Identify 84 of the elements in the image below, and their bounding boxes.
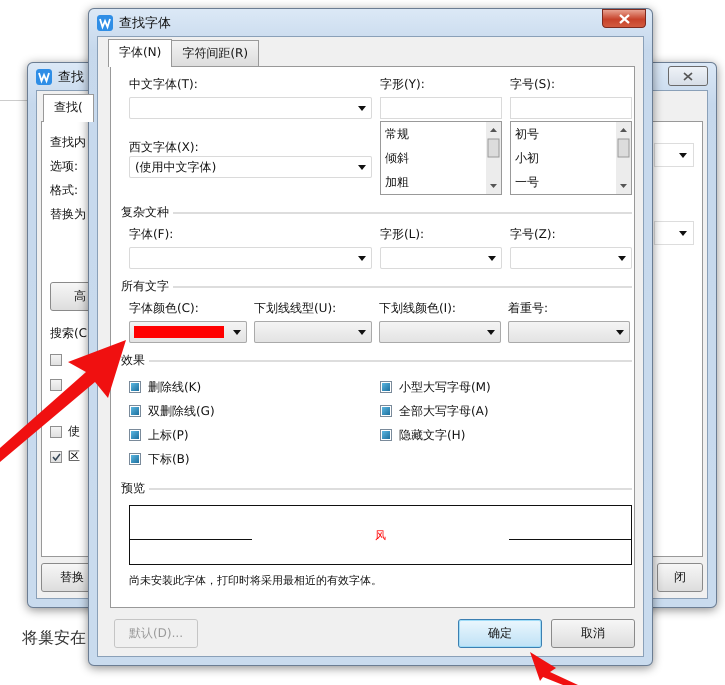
dialog-button[interactable]: 确定 [458,619,542,648]
section-heading: 预览 [121,480,145,497]
close-icon [683,72,693,80]
checkbox[interactable] [380,405,392,417]
tab[interactable]: 查找( [43,94,94,122]
window-title: 查找字体 [119,14,171,32]
checkbox-label: 小型大写字母(M) [399,378,491,396]
dropdown[interactable] [129,321,247,343]
dropdown[interactable]: (使用中文字体) [129,156,372,178]
section-heading: 所有文字 [121,278,169,295]
field-label: 字形(L): [380,227,426,243]
caret-icon [488,256,496,260]
field-label: 着重号: [508,301,550,317]
checkbox[interactable] [129,405,141,417]
dropdown-value: (使用中文字体) [134,158,218,176]
checkbox-label: 全部大写字母(A) [399,402,489,420]
checkbox-label: 上标(P) [148,426,189,444]
list-item[interactable]: 常规 [385,124,482,148]
caret-icon [233,330,241,334]
checkbox[interactable] [380,381,392,393]
field-label: 字号(S): [510,77,556,93]
close-icon [618,14,630,24]
paragraph-text: 将巢安在 [22,628,86,649]
caret-icon [358,256,366,260]
annotation-arrow [530,652,578,685]
checkbox-label: 双删除线(G) [148,402,215,420]
field-label: 字号(Z): [510,227,557,243]
checkbox[interactable] [129,381,141,393]
preview-sample: 风 [374,528,387,542]
section-heading: 复杂文种 [121,204,169,221]
close-button[interactable] [602,9,646,28]
note-text: 尚未安装此字体，打印时将采用最相近的有效字体。 [129,573,383,588]
dialog-button[interactable]: 取消 [551,619,635,648]
list-item[interactable]: 初号 [515,124,612,148]
checkbox-label: 隐藏文字(H) [399,426,466,444]
caret-icon [358,330,366,334]
section-heading: 效果 [121,352,145,369]
checkbox-label: 删除线(K) [148,378,202,396]
field-label: 选项: [50,158,80,175]
list-item[interactable]: 倾斜 [385,148,482,172]
dropdown[interactable] [379,321,501,343]
app-icon [97,14,113,30]
checkbox-label: 下标(B) [148,450,190,468]
field-label: 下划线线型(U): [254,301,338,317]
field-label: 字形(Y): [380,77,426,93]
tab[interactable]: 字体(N) [108,39,172,67]
caret-icon [679,152,687,158]
caret-icon [679,230,687,236]
field-label: 字体(F): [129,227,174,243]
checkbox[interactable] [50,426,62,438]
checkbox-label: 使 [68,423,80,440]
checkbox-label: 区 [68,448,80,465]
check-icon [52,452,60,460]
caret-icon [487,330,495,334]
caret-icon [616,330,624,334]
field-label: 替换为 [50,206,87,223]
field-label: 搜索(C [50,325,88,342]
caret-icon [358,164,366,170]
close-button[interactable] [668,66,708,86]
checkbox[interactable] [129,453,141,465]
field-label: 下划线颜色(I): [379,301,457,317]
list-item[interactable]: 加粗 [385,172,482,196]
window-title: 查找 [58,68,84,86]
checkbox[interactable] [50,378,62,390]
input-field[interactable] [510,97,632,119]
checkbox[interactable] [380,429,392,441]
field-label: 中文字体(T): [129,77,199,93]
tab[interactable]: 字符间距(R) [171,40,260,66]
dropdown[interactable] [254,321,372,343]
checkbox[interactable] [50,354,62,366]
caret-icon [358,106,366,110]
field-label: 字体颜色(C): [129,301,200,317]
field-label: 格式: [50,182,80,199]
list-item[interactable]: 一号 [515,172,612,196]
close-button[interactable]: 闭 [657,563,703,592]
checkbox[interactable] [129,429,141,441]
checkbox[interactable] [50,450,62,462]
app-icon [36,68,52,84]
field-label: 查找内 [50,134,87,151]
field-label: 西文字体(X): [129,140,200,156]
input-field[interactable] [380,97,502,119]
dropdown[interactable] [508,321,630,343]
list-item[interactable]: 小初 [515,148,612,172]
caret-icon [618,256,626,260]
